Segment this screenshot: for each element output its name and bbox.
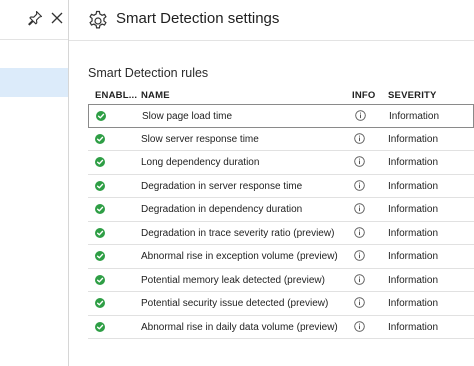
table-row[interactable]: Abnormal rise in exception volume (previ…: [88, 245, 474, 269]
rule-severity: Information: [388, 298, 439, 309]
rule-name: Abnormal rise in daily data volume (prev…: [141, 321, 338, 333]
column-header-info[interactable]: INFO: [352, 90, 376, 101]
info-icon[interactable]: [354, 250, 365, 261]
check-circle-icon: [95, 227, 105, 238]
table-row[interactable]: Degradation in trace severity ratio (pre…: [88, 222, 474, 245]
check-circle-icon: [96, 111, 106, 121]
rule-name: Degradation in server response time: [141, 180, 303, 192]
rule-name: Degradation in trace severity ratio (pre…: [141, 227, 335, 239]
table-row[interactable]: Potential security issue detected (previ…: [88, 292, 474, 316]
selected-nav-item[interactable]: [0, 68, 68, 97]
blade-header: Smart Detection settings: [69, 0, 474, 41]
rule-severity: Information: [388, 274, 439, 286]
section-title: Smart Detection rules: [88, 66, 209, 80]
table-body: Slow page load time Information Slow ser…: [88, 104, 474, 339]
rule-severity: Information: [388, 251, 439, 262]
info-icon[interactable]: [354, 132, 365, 144]
check-circle-icon: [95, 133, 105, 144]
column-header-enabled[interactable]: ENABL...: [95, 90, 137, 101]
table-row[interactable]: Slow page load time Information: [88, 104, 474, 128]
info-icon[interactable]: [354, 156, 365, 167]
rule-severity: Information: [388, 133, 439, 145]
check-circle-icon: [95, 274, 105, 285]
table-row[interactable]: Abnormal rise in daily data volume (prev…: [88, 316, 474, 339]
rule-name: Potential security issue detected (previ…: [141, 298, 329, 309]
rule-severity: Information: [388, 227, 439, 239]
info-icon[interactable]: [354, 179, 365, 191]
table-row[interactable]: Degradation in dependency duration Infor…: [88, 198, 474, 222]
table-header: ENABL... NAME INFO SEVERITY: [88, 87, 474, 104]
rules-table: ENABL... NAME INFO SEVERITY Slow page lo…: [88, 87, 474, 339]
info-icon[interactable]: [354, 297, 365, 308]
rule-name: Slow page load time: [142, 111, 233, 122]
column-header-severity[interactable]: SEVERITY: [388, 90, 437, 101]
check-circle-icon: [95, 180, 105, 191]
table-row[interactable]: Slow server response time Information: [88, 128, 474, 151]
close-icon[interactable]: [50, 10, 64, 26]
gear-icon: [87, 10, 109, 32]
rule-name: Potential memory leak detected (preview): [141, 274, 325, 286]
left-pane: [0, 0, 68, 366]
left-pane-toolbar: [0, 0, 68, 40]
blade-title: Smart Detection settings: [116, 10, 280, 27]
check-circle-icon: [95, 321, 105, 332]
rule-severity: Information: [388, 180, 439, 192]
rule-severity: Information: [388, 204, 439, 215]
pin-icon[interactable]: [27, 10, 43, 26]
info-icon[interactable]: [355, 110, 366, 121]
info-icon[interactable]: [354, 320, 365, 332]
check-circle-icon: [95, 157, 105, 167]
rule-name: Degradation in dependency duration: [141, 204, 303, 215]
rule-name: Long dependency duration: [141, 157, 260, 168]
check-circle-icon: [95, 298, 105, 308]
info-icon[interactable]: [354, 203, 365, 214]
rule-severity: Information: [388, 321, 439, 333]
rule-severity: Information: [389, 111, 440, 122]
info-icon[interactable]: [354, 273, 365, 285]
table-row[interactable]: Long dependency duration Information: [88, 151, 474, 175]
column-header-name[interactable]: NAME: [141, 90, 170, 101]
rule-name: Abnormal rise in exception volume (previ…: [141, 251, 338, 262]
check-circle-icon: [95, 204, 105, 214]
rule-name: Slow server response time: [141, 133, 259, 145]
check-circle-icon: [95, 251, 105, 261]
smart-detection-blade: Smart Detection settings Smart Detection…: [69, 0, 474, 366]
table-row[interactable]: Degradation in server response time Info…: [88, 175, 474, 198]
info-icon[interactable]: [354, 226, 365, 238]
rule-severity: Information: [388, 157, 439, 168]
table-row[interactable]: Potential memory leak detected (preview)…: [88, 269, 474, 292]
